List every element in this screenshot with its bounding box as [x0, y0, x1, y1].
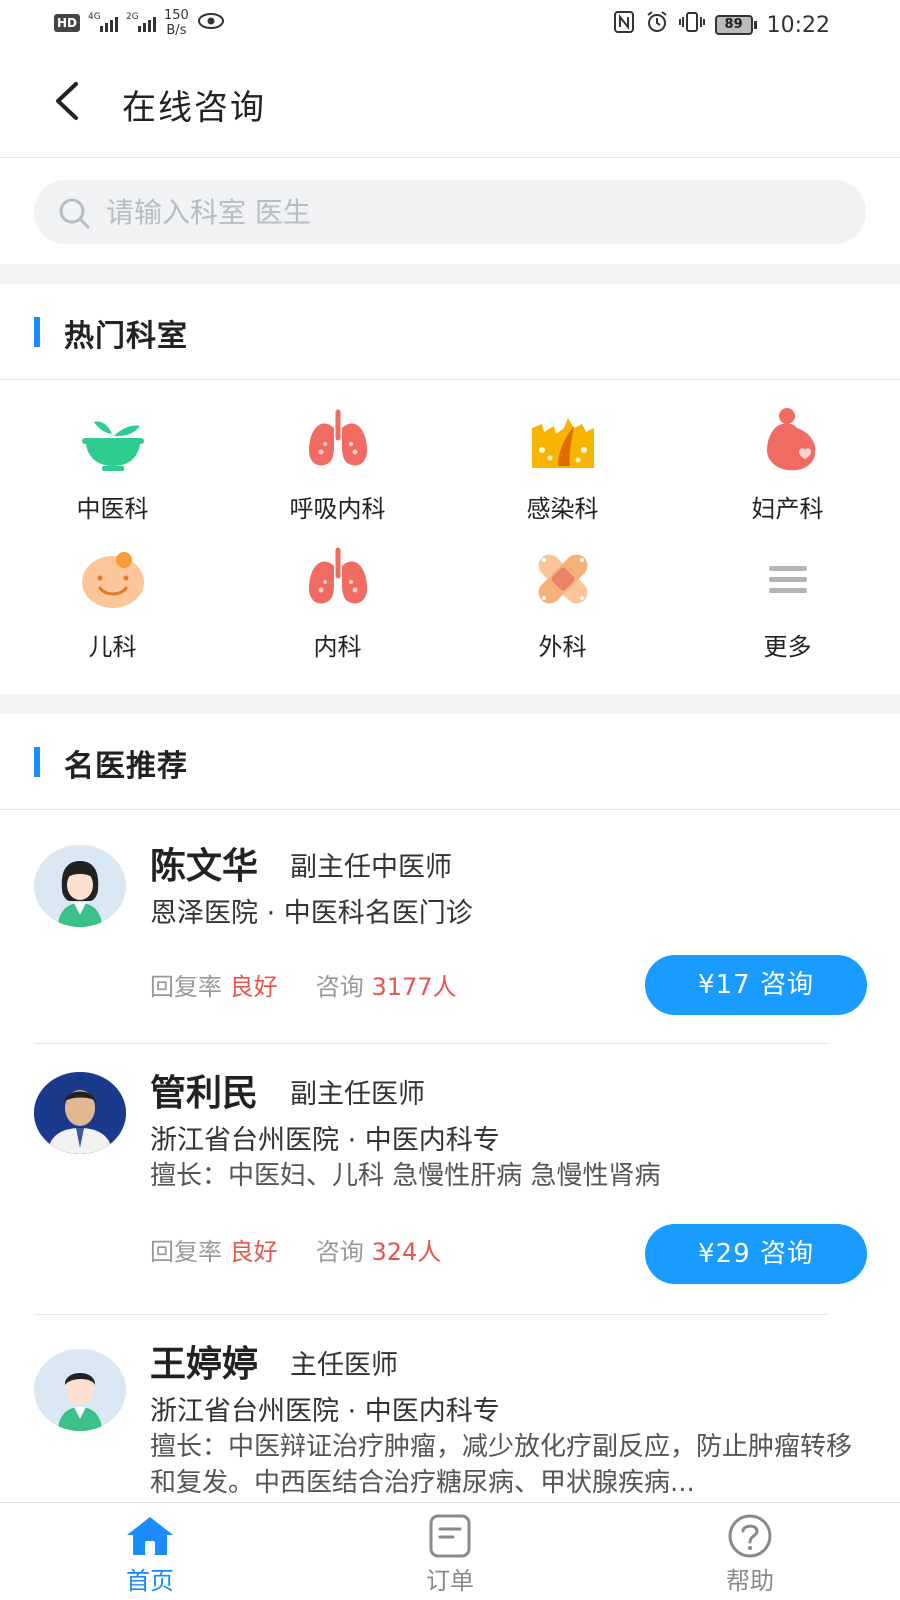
dept-internal[interactable]: 内科 — [225, 522, 450, 662]
dept-pediatrics[interactable]: 儿科 — [0, 522, 225, 662]
alarm-icon — [645, 10, 669, 40]
pregnant-icon — [767, 408, 816, 471]
battery-level: 89 — [714, 15, 753, 35]
dept-tcm[interactable]: 中医科 — [0, 384, 225, 524]
doctor-title: 主任医师 — [290, 1350, 398, 1381]
section-gap — [0, 694, 900, 714]
dept-label: 呼吸内科 — [289, 495, 386, 523]
doctor-name: 王婷婷 — [150, 1344, 259, 1385]
clock: 10:22 — [766, 12, 830, 38]
doctor-name: 陈文华 — [150, 846, 259, 887]
doctor-stats: 回复率 良好 咨询 3177人 — [150, 967, 457, 1002]
tab-label: 帮助 — [726, 1567, 774, 1595]
dept-obstetrics[interactable]: 妇产科 — [675, 384, 900, 524]
back-button[interactable] — [46, 76, 92, 126]
help-icon — [728, 1514, 772, 1558]
dept-label: 更多 — [763, 633, 812, 661]
consult-label: 咨询 — [315, 1238, 364, 1266]
signal-2g-icon: 2G — [126, 12, 157, 32]
signal-4g-icon: 4G — [88, 12, 119, 32]
speed-value: 150 — [164, 8, 189, 23]
back-arrow-icon — [56, 82, 78, 120]
lungs-icon — [309, 547, 367, 604]
tab-orders[interactable]: 订单 — [350, 1503, 550, 1600]
doctor-title: 副主任中医师 — [290, 852, 452, 883]
speed-unit: B/s — [166, 23, 187, 38]
search-input[interactable] — [106, 180, 826, 244]
tab-label: 首页 — [126, 1567, 174, 1595]
doctor-hospital: 浙江省台州医院 · 中医内科专 — [150, 1396, 500, 1427]
dept-label: 内科 — [313, 633, 362, 661]
menu-icon — [769, 566, 807, 593]
section-accent-bar — [34, 317, 40, 347]
male-doctor-avatar — [34, 1349, 126, 1431]
order-icon — [429, 1514, 471, 1558]
herbal-bowl-icon — [82, 421, 144, 471]
screen: HD 4G 2G 150 B/s 89 10:22 在线咨询 请输入科室 医生 … — [0, 0, 900, 1600]
doctor-hospital: 浙江省台州医院 · 中医内科专 — [150, 1125, 500, 1156]
dept-surgery[interactable]: 外科 — [450, 522, 675, 662]
infection-icon — [532, 418, 594, 468]
doctor-photo — [34, 1072, 126, 1154]
consult-button[interactable]: ¥29 咨询 — [645, 1224, 867, 1284]
search-section — [0, 159, 900, 264]
dept-respiratory[interactable]: 呼吸内科 — [225, 384, 450, 524]
dept-label: 妇产科 — [751, 495, 824, 523]
consult-label: 咨询 — [315, 973, 364, 1001]
section-accent-bar — [34, 747, 40, 777]
consult-count: 3177人 — [371, 973, 457, 1001]
bandage-icon — [538, 554, 588, 604]
reply-rate-value: 良好 — [229, 1238, 278, 1266]
baby-icon — [82, 552, 144, 608]
search-box[interactable] — [34, 180, 866, 244]
vibrate-icon — [678, 10, 705, 40]
doctors-title: 名医推荐 — [64, 749, 188, 784]
departments-grid: 中医科 呼吸内科 感染科 妇产科 儿科 内科 外科 更多 — [0, 384, 900, 694]
consult-button[interactable]: ¥17 咨询 — [645, 955, 867, 1015]
doctor-hospital: 恩泽医院 · 中医科名医门诊 — [150, 898, 473, 929]
departments-header: 热门科室 — [0, 284, 900, 380]
doctor-title: 副主任医师 — [290, 1079, 425, 1110]
tab-label: 订单 — [426, 1567, 474, 1595]
status-right: 89 10:22 — [613, 10, 830, 40]
doctor-card[interactable]: 陈文华 副主任中医师 恩泽医院 · 中医科名医门诊 回复率 良好 咨询 3177… — [0, 811, 900, 1044]
search-icon — [59, 198, 90, 229]
dept-label: 中医科 — [76, 495, 149, 523]
doctor-card[interactable]: 管利民 副主任医师 浙江省台州医院 · 中医内科专 擅长：中医妇、儿科 急慢性肝… — [0, 1044, 900, 1315]
eye-icon — [197, 11, 225, 35]
hd-badge: HD — [54, 14, 81, 32]
page-title: 在线咨询 — [122, 88, 266, 128]
doctor-skill: 擅长：中医妇、儿科 急慢性肝病 急慢性肾病 — [150, 1161, 661, 1191]
consult-count: 324人 — [371, 1238, 442, 1266]
signal-4g-label: 4G — [88, 12, 101, 22]
dept-label: 外科 — [538, 633, 587, 661]
reply-rate-value: 良好 — [229, 973, 278, 1001]
dept-infection[interactable]: 感染科 — [450, 384, 675, 524]
female-doctor-avatar — [34, 845, 126, 927]
dept-label: 感染科 — [526, 495, 599, 523]
doctor-stats: 回复率 良好 咨询 324人 — [150, 1232, 441, 1267]
departments-title: 热门科室 — [64, 319, 188, 354]
reply-rate-label: 回复率 — [150, 973, 222, 1001]
dept-label: 儿科 — [88, 633, 137, 661]
lungs-icon — [309, 409, 367, 466]
dept-more[interactable]: 更多 — [675, 522, 900, 662]
nfc-icon — [613, 10, 635, 40]
signal-2g-label: 2G — [126, 12, 139, 22]
section-gap — [0, 264, 900, 284]
reply-rate-label: 回复率 — [150, 1238, 222, 1266]
doctor-skill: 擅长：中医辩证治疗肿瘤，减少放化疗副反应，防止肿瘤转移和复发。中西医结合治疗糖尿… — [150, 1432, 853, 1498]
doctors-header: 名医推荐 — [0, 714, 900, 810]
home-icon — [127, 1517, 173, 1555]
doctor-name: 管利民 — [150, 1073, 259, 1114]
status-left: HD 4G 2G 150 B/s — [54, 8, 225, 38]
header: 在线咨询 — [0, 48, 900, 158]
doctor-card[interactable]: 王婷婷 主任医师 浙江省台州医院 · 中医内科专 擅长：中医辩证治疗肿瘤，减少放… — [0, 1315, 900, 1502]
battery-icon: 89 — [714, 15, 757, 35]
status-bar: HD 4G 2G 150 B/s 89 10:22 — [0, 0, 900, 48]
tab-bar: 首页 订单 帮助 — [0, 1502, 900, 1600]
tab-help[interactable]: 帮助 — [650, 1503, 850, 1600]
tab-home[interactable]: 首页 — [50, 1503, 250, 1600]
network-speed: 150 B/s — [164, 8, 189, 38]
